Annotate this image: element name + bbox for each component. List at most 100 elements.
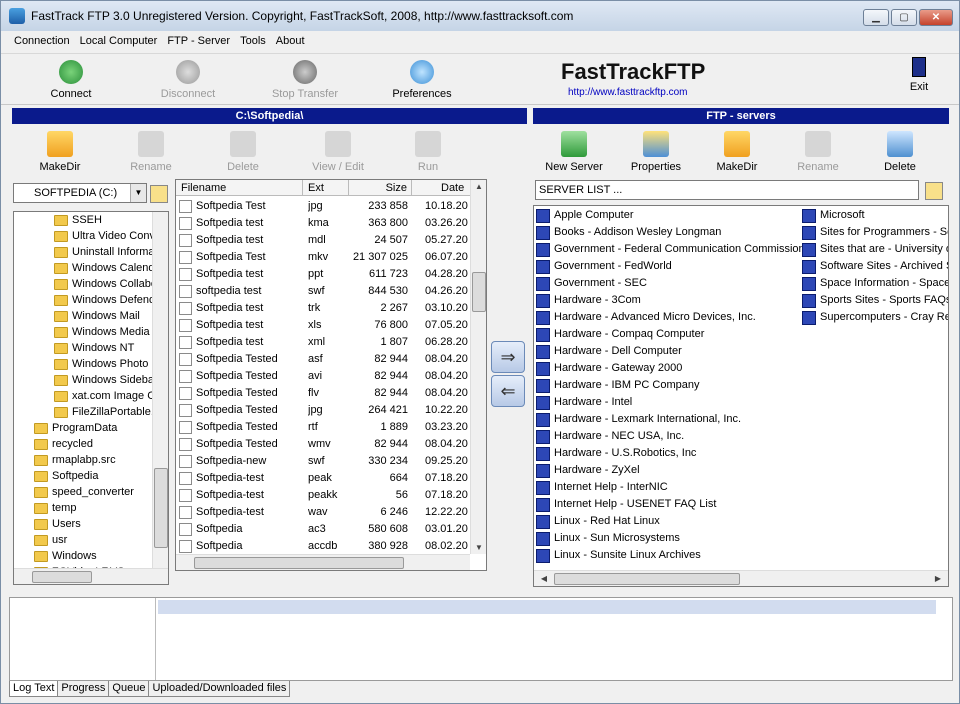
file-row[interactable]: Softpedia Tested flv 82 944 08.04.20 xyxy=(176,385,476,402)
tree-item[interactable]: Windows Photo xyxy=(54,356,148,372)
col-size[interactable]: Size xyxy=(349,180,412,196)
file-row[interactable]: Softpedia-new swf 330 234 09.25.20 xyxy=(176,453,476,470)
server-item[interactable]: Hardware - ZyXel xyxy=(536,462,640,479)
file-row[interactable]: Softpedia test kma 363 800 03.26.20 xyxy=(176,215,476,232)
scroll-up-icon[interactable]: ▲ xyxy=(471,182,486,191)
server-item[interactable]: Linux - Sun Microsystems xyxy=(536,530,680,547)
tree-item[interactable]: Uninstall Informa xyxy=(54,244,155,260)
tab-queue[interactable]: Queue xyxy=(108,681,150,697)
local-rename-button[interactable]: Rename xyxy=(116,131,186,173)
server-item[interactable]: Sites that are - University of xyxy=(802,241,948,258)
server-item[interactable]: Books - Addison Wesley Longman xyxy=(536,224,721,241)
tree-item[interactable]: ProgramData xyxy=(34,420,117,436)
server-item[interactable]: Internet Help - InterNIC xyxy=(536,479,668,496)
server-rename-button[interactable]: Rename xyxy=(783,131,853,173)
server-item[interactable]: Linux - Sunsite Linux Archives xyxy=(536,547,701,564)
server-item[interactable]: Internet Help - USENET FAQ List xyxy=(536,496,716,513)
server-delete-button[interactable]: Delete xyxy=(865,131,935,173)
tree-item[interactable]: Windows Mail xyxy=(54,308,140,324)
file-row[interactable]: Softpedia test trk 2 267 03.10.20 xyxy=(176,300,476,317)
tree-item[interactable]: Windows Sideba xyxy=(54,372,154,388)
server-item[interactable]: Sites for Programmers - Soft xyxy=(802,224,948,241)
local-run-button[interactable]: Run xyxy=(393,131,463,173)
file-row[interactable]: Softpedia ac3 580 608 03.01.20 xyxy=(176,521,476,538)
menu-connection[interactable]: Connection xyxy=(1,35,75,47)
tree-item[interactable]: Windows Media xyxy=(54,324,150,340)
server-item[interactable]: Hardware - Advanced Micro Devices, Inc. xyxy=(536,309,756,326)
tree-item[interactable]: Windows NT xyxy=(54,340,134,356)
hscroll-thumb[interactable] xyxy=(32,571,92,583)
scroll-thumb[interactable] xyxy=(154,468,168,548)
file-row[interactable]: Softpedia Tested jpg 264 421 10.22.20 xyxy=(176,402,476,419)
file-row[interactable]: Softpedia test xls 76 800 07.05.20 xyxy=(176,317,476,334)
title-bar[interactable]: FastTrack FTP 3.0 Unregistered Version. … xyxy=(1,1,959,31)
file-row[interactable]: Softpedia-test wav 6 246 12.22.20 xyxy=(176,504,476,521)
tree-item[interactable]: Windows Defend xyxy=(54,292,155,308)
close-button[interactable]: ✕ xyxy=(919,9,953,26)
chevron-down-icon[interactable]: ▼ xyxy=(130,184,146,202)
server-item[interactable]: Supercomputers - Cray Res xyxy=(802,309,948,326)
tree-item[interactable]: temp xyxy=(34,500,76,516)
tree-item[interactable]: Users xyxy=(34,516,81,532)
menu-ftp-server[interactable]: FTP - Server xyxy=(162,35,235,47)
scroll-right-icon[interactable]: ▶ xyxy=(930,574,946,583)
tree-item[interactable]: xat.com Image C xyxy=(54,388,155,404)
tree-item[interactable]: usr xyxy=(34,532,67,548)
server-item[interactable]: Hardware - NEC USA, Inc. xyxy=(536,428,684,445)
upload-button[interactable]: ⇒ xyxy=(491,341,525,373)
file-row[interactable]: Softpedia-test peak 664 07.18.20 xyxy=(176,470,476,487)
col-date[interactable]: Date xyxy=(412,180,476,196)
server-makedir-button[interactable]: MakeDir xyxy=(702,131,772,173)
tree-item[interactable]: recycled xyxy=(34,436,93,452)
file-row[interactable]: Softpedia Tested avi 82 944 08.04.20 xyxy=(176,368,476,385)
tab-log-text[interactable]: Log Text xyxy=(9,681,59,697)
tree-item[interactable]: Windows Calend xyxy=(54,260,155,276)
menu-tools[interactable]: Tools xyxy=(235,35,271,47)
server-item[interactable]: Linux - Red Hat Linux xyxy=(536,513,660,530)
folder-up-icon[interactable] xyxy=(150,185,168,203)
server-item[interactable]: Hardware - IBM PC Company xyxy=(536,377,700,394)
tree-item[interactable]: Ultra Video Conv xyxy=(54,228,155,244)
server-item[interactable]: Government - SEC xyxy=(536,275,647,292)
tree-vscroll[interactable] xyxy=(152,212,168,568)
file-row[interactable]: softpedia test swf 844 530 04.26.20 xyxy=(176,283,476,300)
server-item[interactable]: Hardware - Intel xyxy=(536,394,632,411)
server-item[interactable]: Space Information - Space xyxy=(802,275,948,292)
server-item[interactable]: Hardware - Dell Computer xyxy=(536,343,682,360)
server-item[interactable]: Software Sites - Archived S xyxy=(802,258,948,275)
file-list-hscroll[interactable] xyxy=(176,554,470,570)
minimize-button[interactable]: ▁ xyxy=(863,9,889,26)
new-server-button[interactable]: New Server xyxy=(539,131,609,173)
tree-item[interactable]: speed_converter xyxy=(34,484,134,500)
menu-local-computer[interactable]: Local Computer xyxy=(75,35,163,47)
server-item[interactable]: Government - FedWorld xyxy=(536,258,672,275)
server-item[interactable]: Hardware - U.S.Robotics, Inc xyxy=(536,445,696,462)
drive-select[interactable]: SOFTPEDIA (C:) ▼ xyxy=(13,183,147,203)
tree-item[interactable]: rmaplabp.src xyxy=(34,452,116,468)
preferences-button[interactable]: Preferences xyxy=(377,58,467,104)
tree-item[interactable]: Softpedia xyxy=(34,468,98,484)
file-row[interactable]: Softpedia Test jpg 233 858 10.18.20 xyxy=(176,198,476,215)
folder-up-icon[interactable] xyxy=(925,182,943,200)
col-filename[interactable]: Filename xyxy=(176,180,303,196)
file-row[interactable]: Softpedia test ppt 611 723 04.28.20 xyxy=(176,266,476,283)
tab-uploaded-downloaded[interactable]: Uploaded/Downloaded files xyxy=(148,681,291,697)
local-makedir-button[interactable]: MakeDir xyxy=(25,131,95,173)
file-row[interactable]: Softpedia Test mkv 21 307 025 06.07.20 xyxy=(176,249,476,266)
server-item[interactable]: Sports Sites - Sports FAQs xyxy=(802,292,948,309)
hscroll-thumb[interactable] xyxy=(194,557,404,569)
server-item[interactable]: Microsoft xyxy=(802,207,865,224)
server-item[interactable]: Hardware - Gateway 2000 xyxy=(536,360,682,377)
file-row[interactable]: Softpedia-test peakk 56 07.18.20 xyxy=(176,487,476,504)
tab-progress[interactable]: Progress xyxy=(57,681,110,697)
properties-button[interactable]: Properties xyxy=(621,131,691,173)
scroll-left-icon[interactable]: ◀ xyxy=(536,574,552,583)
tree-item[interactable]: FileZillaPortable. xyxy=(54,404,154,420)
local-view-edit-button[interactable]: View / Edit xyxy=(303,131,373,173)
brand-url[interactable]: http://www.fasttrackftp.com xyxy=(568,87,687,98)
server-item[interactable]: Government - Federal Communication Commi… xyxy=(536,241,805,258)
download-button[interactable]: ⇐ xyxy=(491,375,525,407)
server-list-hscroll[interactable]: ◀ ▶ xyxy=(534,570,948,586)
stop-transfer-button[interactable]: Stop Transfer xyxy=(260,58,350,104)
tree-item[interactable]: Windows Collabo xyxy=(54,276,157,292)
